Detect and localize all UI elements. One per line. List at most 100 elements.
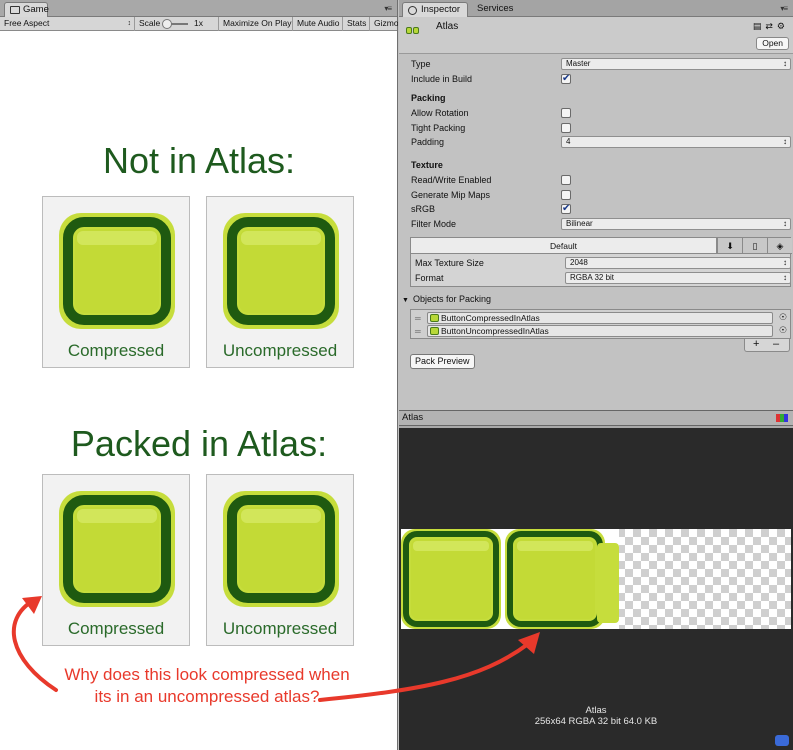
drag-handle-icon[interactable]: ═ bbox=[415, 327, 421, 336]
game-icon bbox=[10, 6, 20, 14]
game-tabbar: Game ▾≡ bbox=[0, 0, 397, 17]
scale-slider-knob[interactable] bbox=[162, 19, 172, 29]
unity-editor: Game ▾≡ Free Aspect Scale 1x Maximize On… bbox=[0, 0, 793, 750]
download-icon[interactable]: ⬇ bbox=[717, 238, 742, 254]
tab-game[interactable]: Game bbox=[4, 2, 49, 17]
inspector-panel: Inspector Services ▾≡ Atlas ▤⇄⚙ Open Typ… bbox=[399, 0, 793, 410]
android-icon[interactable]: ◈ bbox=[767, 238, 792, 254]
object-field[interactable]: ButtonCompressedInAtlas bbox=[427, 312, 773, 324]
readwrite-checkbox[interactable] bbox=[561, 175, 571, 185]
tab-inspector[interactable]: Inspector bbox=[402, 2, 468, 17]
scale-control: Scale 1x bbox=[135, 17, 219, 31]
plus-icon[interactable]: + bbox=[753, 339, 759, 350]
sprite-icon bbox=[430, 327, 439, 335]
platform-tab-default[interactable]: Default bbox=[411, 238, 717, 254]
maximize-on-play-button[interactable]: Maximize On Play bbox=[219, 17, 293, 31]
objects-for-packing-foldout[interactable]: Objects for Packing bbox=[402, 294, 491, 304]
label-tag-icon[interactable] bbox=[775, 735, 789, 746]
list-item[interactable]: ═ ButtonCompressedInAtlas ☉ bbox=[413, 312, 787, 324]
stats-button[interactable]: Stats bbox=[343, 17, 370, 31]
filter-value: Bilinear bbox=[566, 219, 593, 228]
padding-dropdown[interactable]: 4 bbox=[561, 136, 791, 148]
srgb-checkbox[interactable] bbox=[561, 202, 571, 216]
list-item[interactable]: ═ ButtonUncompressedInAtlas ☉ bbox=[413, 325, 787, 337]
stats-label: Stats bbox=[347, 18, 367, 28]
type-row: Type Master bbox=[411, 57, 793, 71]
section-title-not-in-atlas: Not in Atlas: bbox=[102, 140, 296, 181]
settings-icon[interactable]: ⇄ bbox=[765, 21, 777, 31]
gear-icon[interactable]: ⚙ bbox=[777, 21, 789, 31]
format-dropdown[interactable]: RGBA 32 bit bbox=[565, 272, 791, 284]
drag-handle-icon[interactable]: ═ bbox=[415, 314, 421, 323]
pack-preview-button[interactable]: Pack Preview bbox=[410, 354, 475, 369]
srgb-row: sRGB bbox=[411, 202, 793, 216]
button-uncompressed-in-atlas[interactable]: Uncompressed bbox=[206, 474, 354, 646]
allow-rotation-checkbox[interactable] bbox=[561, 108, 571, 118]
gizmos-button[interactable]: Gizmo bbox=[370, 17, 398, 31]
format-label: Format bbox=[415, 273, 444, 283]
phone-icon[interactable]: ▯ bbox=[742, 238, 767, 254]
readwrite-label: Read/Write Enabled bbox=[411, 175, 492, 185]
format-row: Format RGBA 32 bit bbox=[415, 271, 791, 285]
include-in-build-row: Include in Build bbox=[411, 72, 793, 86]
aspect-value: Free Aspect bbox=[4, 18, 50, 28]
mute-label: Mute Audio bbox=[297, 18, 340, 28]
button-compressed-in-atlas[interactable]: Compressed bbox=[42, 474, 190, 646]
max-size-dropdown[interactable]: 2048 bbox=[565, 257, 791, 269]
button-uncompressed[interactable]: Uncompressed bbox=[206, 196, 354, 368]
object-picker-icon[interactable]: ☉ bbox=[779, 325, 787, 336]
aspect-dropdown[interactable]: Free Aspect bbox=[0, 17, 135, 31]
format-value: RGBA 32 bit bbox=[570, 273, 615, 282]
max-size-label: Max Texture Size bbox=[415, 258, 484, 268]
compressed-caption: Compressed bbox=[67, 619, 165, 638]
section-title-packed-in-atlas: Packed in Atlas: bbox=[70, 423, 328, 464]
green-square-icon bbox=[221, 211, 341, 331]
tab-menu-icon[interactable]: ▾≡ bbox=[780, 4, 788, 13]
help-icon[interactable]: ▤ bbox=[753, 21, 766, 31]
minus-icon[interactable]: – bbox=[773, 339, 779, 350]
rgb-channel-icon[interactable] bbox=[776, 414, 788, 422]
game-view: Game ▾≡ Free Aspect Scale 1x Maximize On… bbox=[0, 0, 398, 750]
button-compressed[interactable]: Compressed bbox=[42, 196, 190, 368]
object-name: ButtonUncompressedInAtlas bbox=[441, 326, 549, 336]
compressed-caption: Compressed bbox=[67, 341, 165, 360]
sprite-icon bbox=[430, 314, 439, 322]
filter-mode-row: Filter Mode Bilinear bbox=[411, 217, 793, 231]
allow-rotation-row: Allow Rotation bbox=[411, 106, 793, 120]
maximize-label: Maximize On Play bbox=[223, 18, 292, 28]
atlas-texture bbox=[401, 529, 791, 629]
preview-header: Atlas bbox=[399, 411, 793, 426]
atlas-preview-panel: Atlas Atlas 256x64 RGBA 32 bit 64.0 KB bbox=[399, 410, 793, 750]
texture-header: Texture bbox=[411, 160, 443, 170]
mute-audio-button[interactable]: Mute Audio bbox=[293, 17, 343, 31]
gizmos-label: Gizmo bbox=[374, 18, 398, 28]
sprite-atlas-icon bbox=[406, 27, 420, 36]
tab-menu-icon[interactable]: ▾≡ bbox=[384, 4, 392, 13]
green-square-icon bbox=[57, 489, 177, 609]
tab-inspector-label: Inspector bbox=[421, 4, 461, 15]
scale-label: Scale bbox=[139, 18, 161, 28]
objects-list: ═ ButtonCompressedInAtlas ☉ ═ ButtonUnco… bbox=[410, 309, 791, 339]
include-in-build-checkbox[interactable] bbox=[561, 72, 571, 86]
green-square-icon bbox=[57, 211, 177, 331]
uncompressed-caption: Uncompressed bbox=[222, 619, 338, 638]
tight-packing-checkbox[interactable] bbox=[561, 123, 571, 133]
open-button[interactable]: Open bbox=[756, 37, 789, 50]
atlas-info-details: 256x64 RGBA 32 bit 64.0 KB bbox=[534, 716, 658, 727]
annotation-text: Why does this look compressed when its i… bbox=[64, 665, 350, 706]
mipmaps-checkbox[interactable] bbox=[561, 190, 571, 200]
padding-label: Padding bbox=[411, 137, 445, 147]
platform-settings: Default ⬇ ▯ ◈ Max Texture Size 2048 Form… bbox=[410, 237, 792, 287]
type-dropdown[interactable]: Master bbox=[561, 58, 791, 70]
include-label: Include in Build bbox=[411, 74, 473, 84]
preview-title: Atlas bbox=[402, 412, 424, 423]
object-picker-icon[interactable]: ☉ bbox=[779, 312, 787, 323]
tab-services[interactable]: Services bbox=[469, 2, 519, 17]
max-size-row: Max Texture Size 2048 bbox=[415, 256, 791, 270]
filter-mode-dropdown[interactable]: Bilinear bbox=[561, 218, 791, 230]
object-field[interactable]: ButtonUncompressedInAtlas bbox=[427, 325, 773, 337]
preview-toolbar bbox=[399, 426, 793, 428]
atlas-sprites bbox=[401, 529, 619, 629]
green-square-icon bbox=[221, 489, 341, 609]
srgb-label: sRGB bbox=[411, 204, 436, 214]
